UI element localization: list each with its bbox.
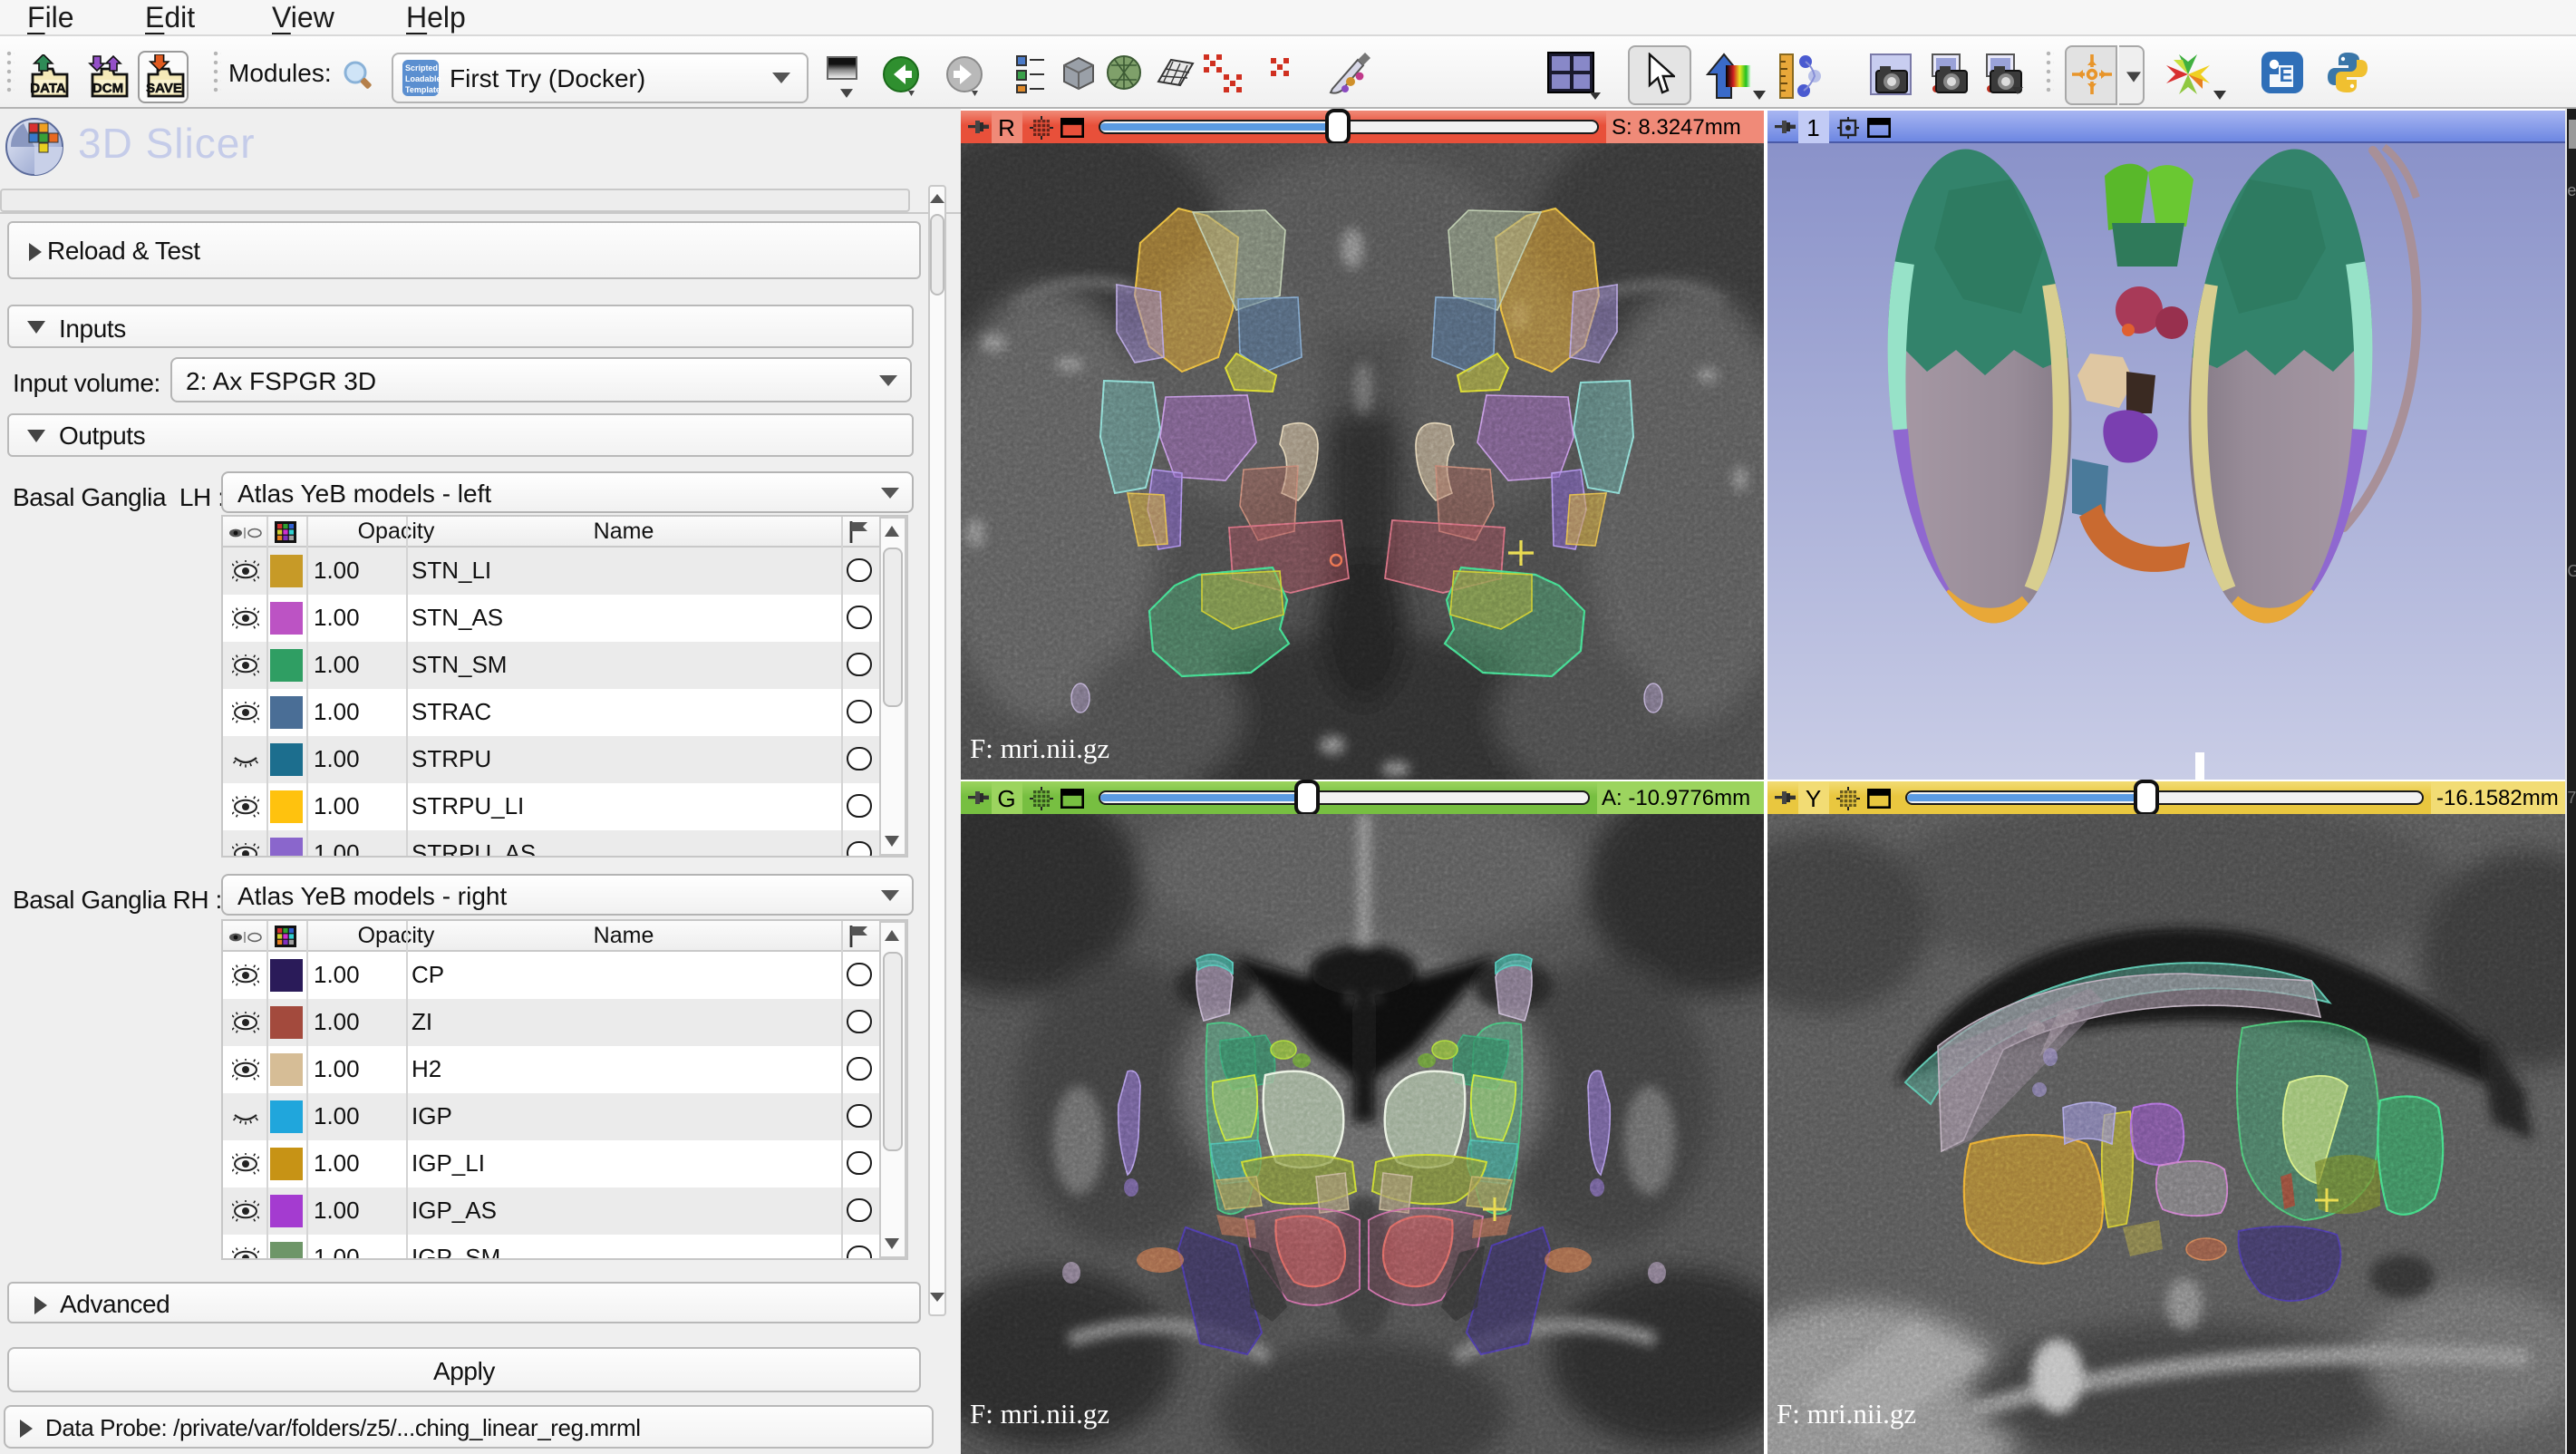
svg-text:DATA: DATA xyxy=(30,81,66,96)
svg-text:SAVE: SAVE xyxy=(146,81,182,96)
svg-text:DCM: DCM xyxy=(92,81,123,96)
svg-text:E: E xyxy=(2280,63,2293,86)
